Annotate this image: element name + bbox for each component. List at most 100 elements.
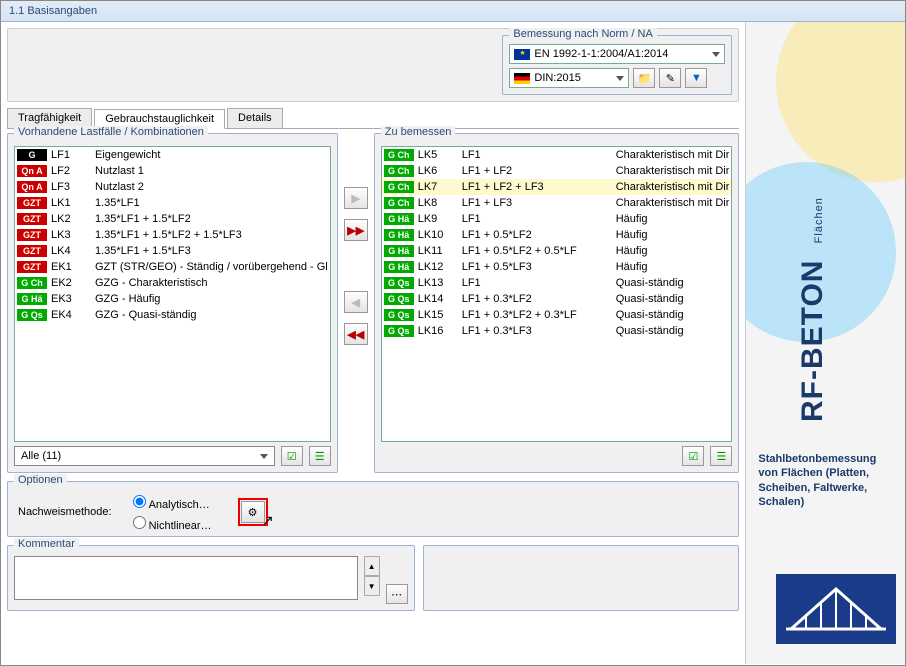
list-item[interactable]: GZTLK41.35*LF1 + 1.5*LF3 bbox=[15, 243, 330, 259]
list-item[interactable]: GZTLK21.35*LF1 + 1.5*LF2 bbox=[15, 211, 330, 227]
list-item[interactable]: G ChEK2GZG - Charakteristisch bbox=[15, 275, 330, 291]
formula: LF1 bbox=[462, 149, 612, 161]
formula: LF1 bbox=[462, 277, 612, 289]
desc: Charakteristisch mit Dir bbox=[616, 181, 730, 193]
code: LK13 bbox=[418, 277, 458, 289]
list-item[interactable]: G HäLK12LF1 + 0.5*LF3Häufig bbox=[382, 259, 732, 275]
badge: GZT bbox=[17, 197, 47, 209]
tree-icon: ☰ bbox=[716, 450, 726, 463]
remove-all-button[interactable]: ◀◀ bbox=[344, 323, 368, 345]
add-all-button[interactable]: ▶▶ bbox=[344, 219, 368, 241]
list-item[interactable]: G QsLK13LF1Quasi-ständig bbox=[382, 275, 732, 291]
list-item[interactable]: G ChLK8LF1 + LF3Charakteristisch mit Dir bbox=[382, 195, 732, 211]
badge: G Qs bbox=[384, 277, 414, 289]
list-item[interactable]: G HäEK3GZG - Häufig bbox=[15, 291, 330, 307]
double-chevron-left-icon: ◀◀ bbox=[347, 328, 364, 341]
code: LK7 bbox=[418, 181, 458, 193]
list-item[interactable]: G QsEK4GZG - Quasi-ständig bbox=[15, 307, 330, 323]
desc: 1.35*LF1 + 1.5*LF3 bbox=[95, 245, 328, 257]
comment-textarea[interactable] bbox=[14, 556, 358, 600]
filter-select[interactable]: Alle (11) bbox=[14, 446, 275, 466]
tree-button-2[interactable]: ☰ bbox=[710, 446, 732, 466]
folder-icon: 📁 bbox=[638, 72, 652, 85]
list-item[interactable]: G ChLK5LF1Charakteristisch mit Dir bbox=[382, 147, 732, 163]
desc: 1.35*LF1 + 1.5*LF2 bbox=[95, 213, 328, 225]
list-item[interactable]: GZTLK31.35*LF1 + 1.5*LF2 + 1.5*LF3 bbox=[15, 227, 330, 243]
list-item[interactable]: G HäLK11LF1 + 0.5*LF2 + 0.5*LFHäufig bbox=[382, 243, 732, 259]
badge: G Ch bbox=[384, 181, 414, 193]
brand-description: Stahlbetonbemessung von Flächen (Platten… bbox=[758, 452, 893, 509]
comment-pick-button[interactable]: ⋯ bbox=[386, 584, 408, 604]
desc: Quasi-ständig bbox=[616, 293, 730, 305]
chevron-down-icon bbox=[712, 52, 720, 57]
code: LK14 bbox=[418, 293, 458, 305]
list-item[interactable]: G QsLK15LF1 + 0.3*LF2 + 0.3*LFQuasi-stän… bbox=[382, 307, 732, 323]
code: LK8 bbox=[418, 197, 458, 209]
available-list[interactable]: GLF1EigengewichtQn ALF2Nutzlast 1Qn ALF3… bbox=[14, 146, 331, 442]
list-item[interactable]: Qn ALF3Nutzlast 2 bbox=[15, 179, 330, 195]
list-item[interactable]: G HäLK9LF1Häufig bbox=[382, 211, 732, 227]
empty-fieldset bbox=[423, 545, 740, 611]
scroll-up-button[interactable]: ▲ bbox=[364, 556, 380, 576]
badge: G Hä bbox=[384, 229, 414, 241]
chevron-down-icon bbox=[260, 454, 268, 459]
edit-button[interactable]: ✎ bbox=[659, 68, 681, 88]
pick-icon: ⋯ bbox=[391, 588, 402, 601]
select-all-button-2[interactable]: ☑ bbox=[682, 446, 704, 466]
checklist-icon: ☑ bbox=[688, 450, 698, 463]
tab-tragfähigkeit[interactable]: Tragfähigkeit bbox=[7, 108, 92, 128]
radio-nonlinear[interactable]: Nichtlinear… bbox=[128, 513, 212, 532]
radio-analytical[interactable]: Analytisch… bbox=[128, 492, 212, 511]
code: LK10 bbox=[418, 229, 458, 241]
list-item[interactable]: GZTLK11.35*LF1 bbox=[15, 195, 330, 211]
badge: G Hä bbox=[384, 213, 414, 225]
remove-button[interactable]: ◀ bbox=[344, 291, 368, 313]
badge: GZT bbox=[17, 245, 47, 257]
scroll-down-button[interactable]: ▼ bbox=[364, 576, 380, 596]
tab-details[interactable]: Details bbox=[227, 108, 283, 128]
formula: LF1 + LF3 bbox=[462, 197, 612, 209]
list-item[interactable]: G ChLK6LF1 + LF2Charakteristisch mit Dir bbox=[382, 163, 732, 179]
list-item[interactable]: G ChLK7LF1 + LF2 + LF3Charakteristisch m… bbox=[382, 179, 732, 195]
desc: Quasi-ständig bbox=[616, 309, 730, 321]
code: LF1 bbox=[51, 149, 91, 161]
filter-icon: ▼ bbox=[691, 72, 702, 84]
list-item[interactable]: G QsLK16LF1 + 0.3*LF3Quasi-ständig bbox=[382, 323, 732, 339]
desc: Quasi-ständig bbox=[616, 325, 730, 337]
list-item[interactable]: GLF1Eigengewicht bbox=[15, 147, 330, 163]
na-select[interactable]: DIN:2015 bbox=[509, 68, 629, 88]
badge: GZT bbox=[17, 213, 47, 225]
chevron-down-icon bbox=[616, 76, 624, 81]
desc: Häufig bbox=[616, 245, 730, 257]
list-item[interactable]: G HäLK10LF1 + 0.5*LF2Häufig bbox=[382, 227, 732, 243]
highlighted-settings-button[interactable]: ⚙ bbox=[238, 498, 268, 526]
badge: G Ch bbox=[384, 165, 414, 177]
add-button[interactable]: ▶ bbox=[344, 187, 368, 209]
desc: GZT (STR/GEO) - Ständig / vorübergehend … bbox=[95, 261, 328, 273]
list-item[interactable]: Qn ALF2Nutzlast 1 bbox=[15, 163, 330, 179]
eu-flag-icon bbox=[514, 49, 530, 60]
desc: GZG - Quasi-ständig bbox=[95, 309, 328, 321]
todesign-list[interactable]: G ChLK5LF1Charakteristisch mit DirG ChLK… bbox=[381, 146, 733, 442]
code: LK15 bbox=[418, 309, 458, 321]
list-item[interactable]: G QsLK14LF1 + 0.3*LF2Quasi-ständig bbox=[382, 291, 732, 307]
desc: Häufig bbox=[616, 229, 730, 241]
filter-button[interactable]: ▼ bbox=[685, 68, 707, 88]
list-item[interactable]: GZTEK1GZT (STR/GEO) - Ständig / vorüberg… bbox=[15, 259, 330, 275]
tree-icon: ☰ bbox=[315, 450, 325, 463]
brand-title: RF-BETON bbox=[796, 260, 829, 422]
desc: Charakteristisch mit Dir bbox=[616, 149, 730, 161]
tree-button[interactable]: ☰ bbox=[309, 446, 331, 466]
select-all-button[interactable]: ☑ bbox=[281, 446, 303, 466]
method-label: Nachweismethode: bbox=[18, 506, 112, 518]
badge: G Hä bbox=[384, 245, 414, 257]
badge: G Ch bbox=[17, 277, 47, 289]
code: LK12 bbox=[418, 261, 458, 273]
badge: G Hä bbox=[17, 293, 47, 305]
badge: GZT bbox=[17, 229, 47, 241]
folder-button[interactable]: 📁 bbox=[633, 68, 655, 88]
badge: G Qs bbox=[17, 309, 47, 321]
code: LK5 bbox=[418, 149, 458, 161]
standard-select[interactable]: EN 1992-1-1:2004/A1:2014 bbox=[509, 44, 725, 64]
todesign-label: Zu bemessen bbox=[381, 126, 456, 138]
